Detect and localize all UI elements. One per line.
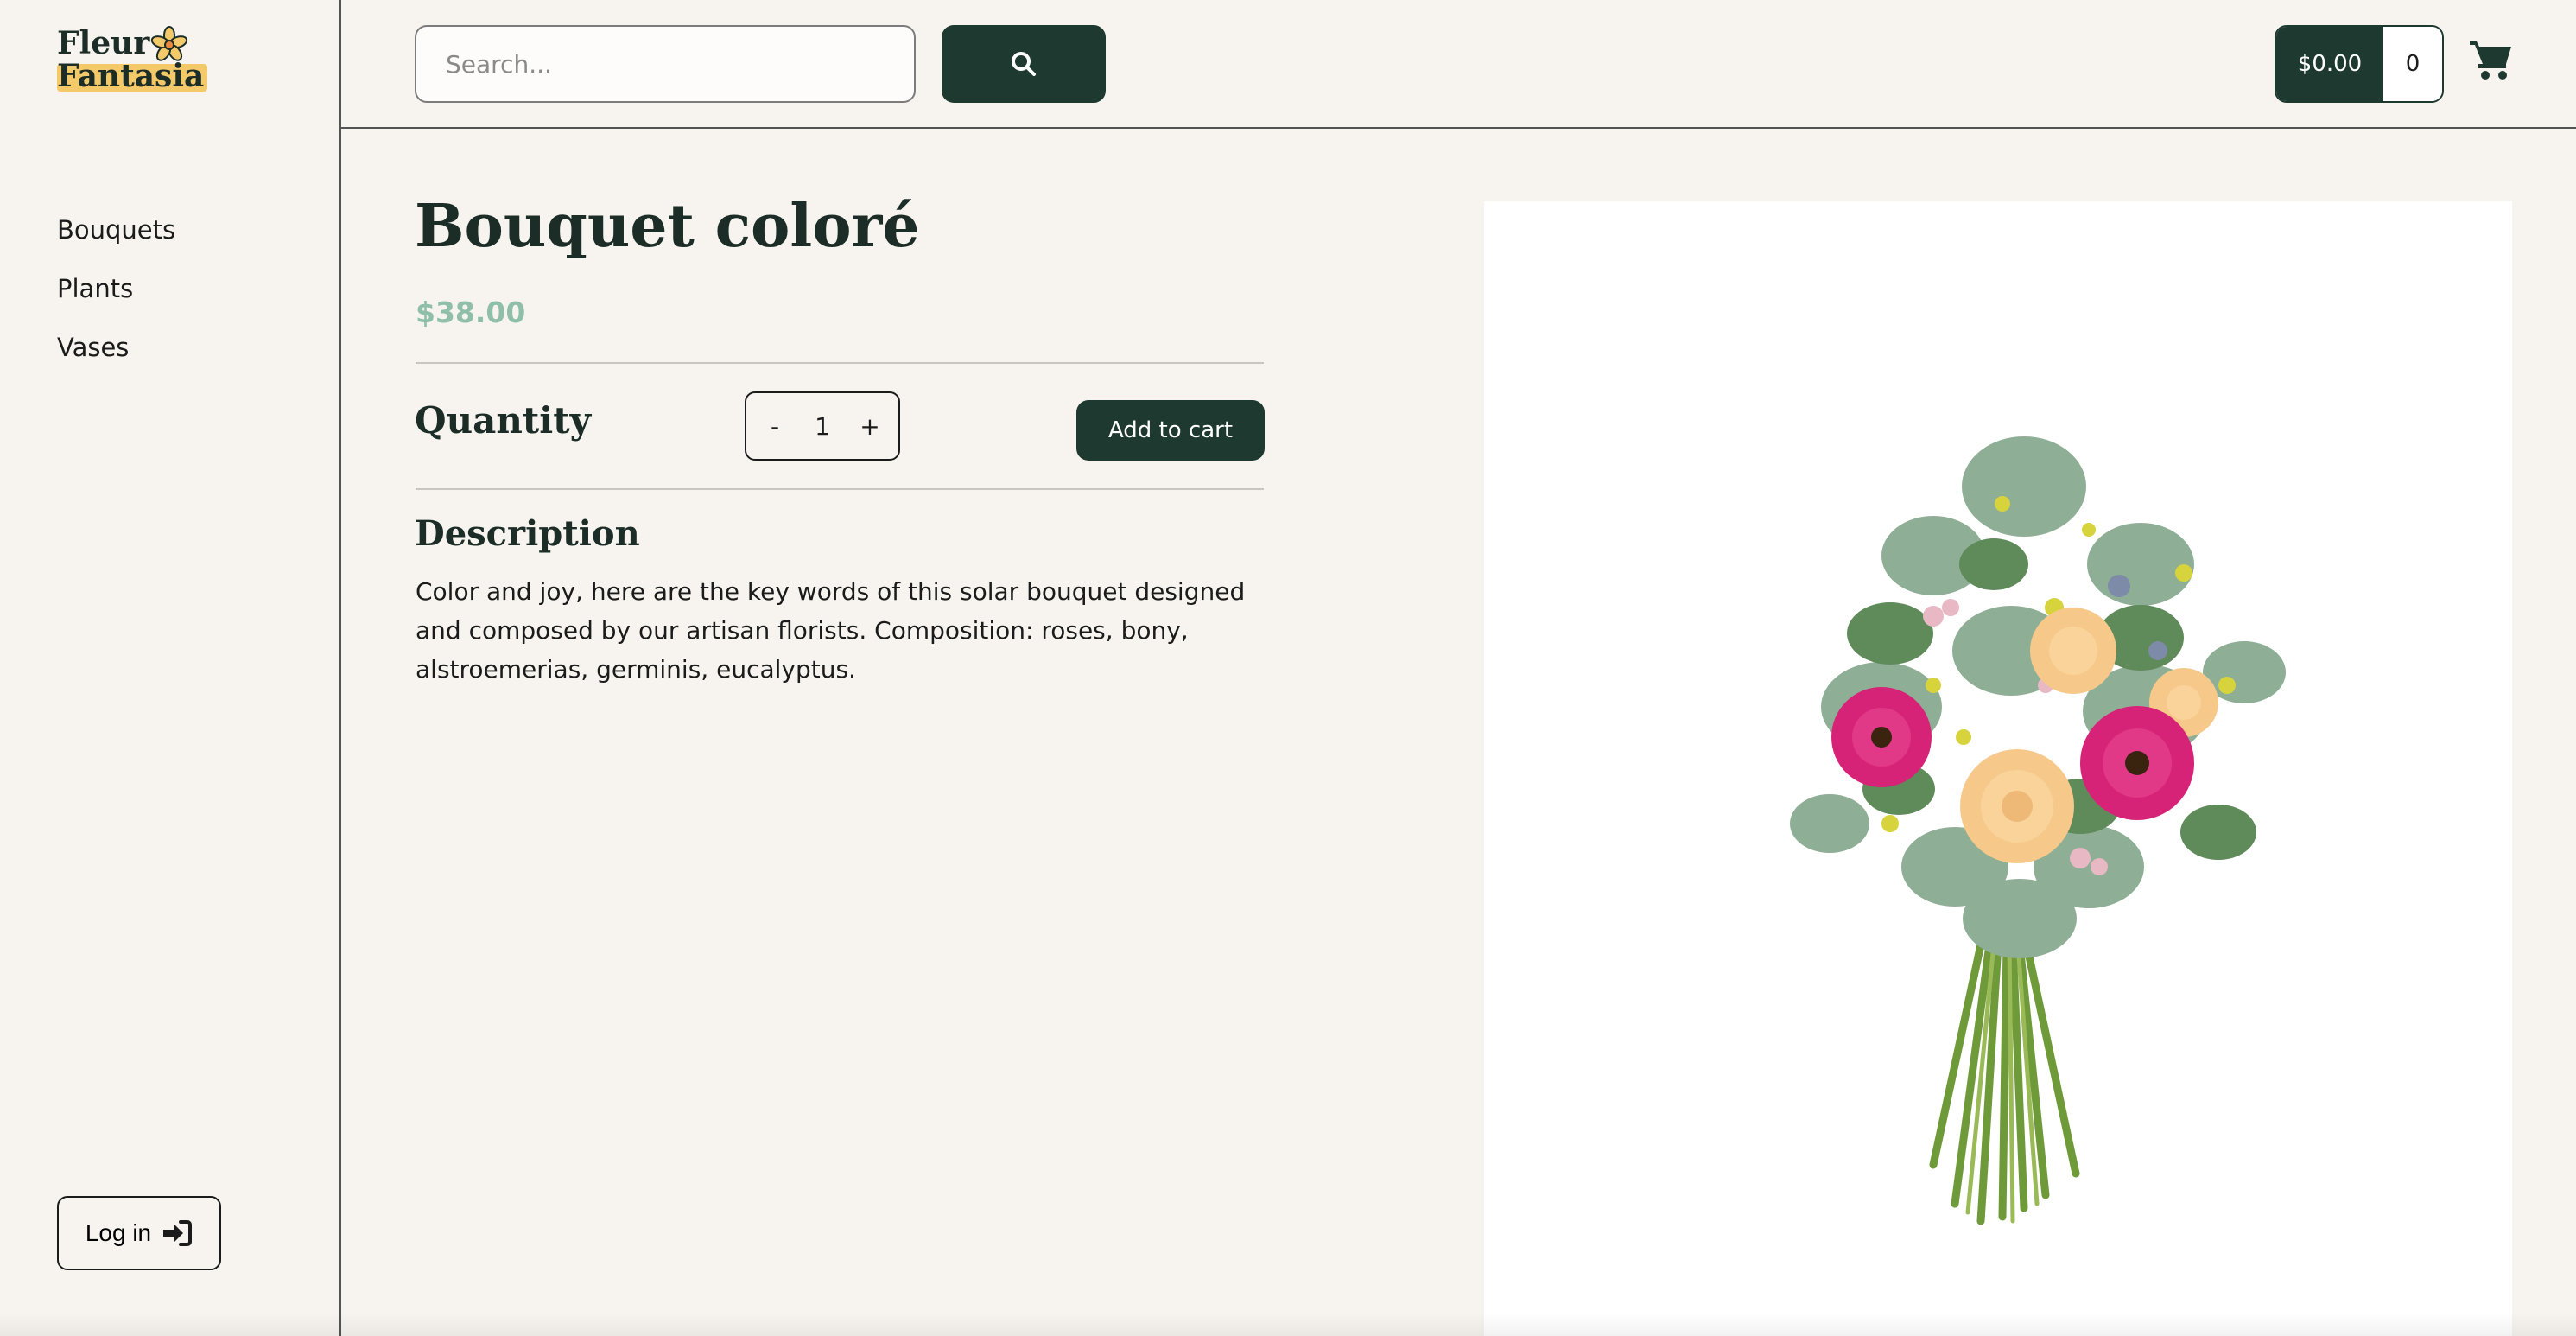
cart-count: 0 xyxy=(2383,27,2442,101)
quantity-value[interactable]: 1 xyxy=(801,412,844,441)
cart-total: $0.00 xyxy=(2276,27,2383,101)
product-price: $38.00 xyxy=(416,296,526,329)
quantity-increment-button[interactable]: + xyxy=(857,412,883,441)
sidebar-item-vases[interactable]: Vases xyxy=(57,318,175,377)
cart-summary[interactable]: $0.00 0 xyxy=(2275,25,2444,103)
product-title: Bouquet coloré xyxy=(415,192,920,261)
login-button[interactable]: Log in xyxy=(57,1196,221,1270)
quantity-decrement-button[interactable]: - xyxy=(762,412,788,441)
description-text: Color and joy, here are the key words of… xyxy=(416,577,1246,684)
search-icon xyxy=(1012,52,1036,76)
quantity-stepper: - 1 + xyxy=(745,391,900,461)
shopping-cart-icon[interactable] xyxy=(2468,38,2515,81)
description-title: Description xyxy=(415,513,640,554)
search-button[interactable] xyxy=(942,25,1106,103)
sidebar: Fleur Fantasia Bouquets Plants Vases Log… xyxy=(0,0,341,1336)
bouquet-illustration xyxy=(1790,436,2286,1225)
logo-line-1: Fleur xyxy=(57,25,150,61)
search-input[interactable] xyxy=(415,25,916,103)
sidebar-item-bouquets[interactable]: Bouquets xyxy=(57,200,175,259)
sidebar-item-plants[interactable]: Plants xyxy=(57,259,175,318)
logo-line-2: Fantasia xyxy=(57,58,205,94)
top-header: $0.00 0 xyxy=(341,0,2576,129)
login-label: Log in xyxy=(85,1219,152,1246)
sidebar-nav: Bouquets Plants Vases xyxy=(57,200,175,377)
product-image xyxy=(1484,201,2512,1336)
app: Fleur Fantasia Bouquets Plants Vases Log… xyxy=(0,0,2576,1336)
logo[interactable]: Fleur Fantasia xyxy=(55,26,211,99)
sign-in-icon xyxy=(163,1220,193,1246)
flower-icon xyxy=(150,26,188,61)
add-to-cart-button[interactable]: Add to cart xyxy=(1076,400,1265,461)
quantity-label: Quantity xyxy=(415,399,592,442)
divider xyxy=(416,488,1264,490)
divider xyxy=(416,362,1264,364)
